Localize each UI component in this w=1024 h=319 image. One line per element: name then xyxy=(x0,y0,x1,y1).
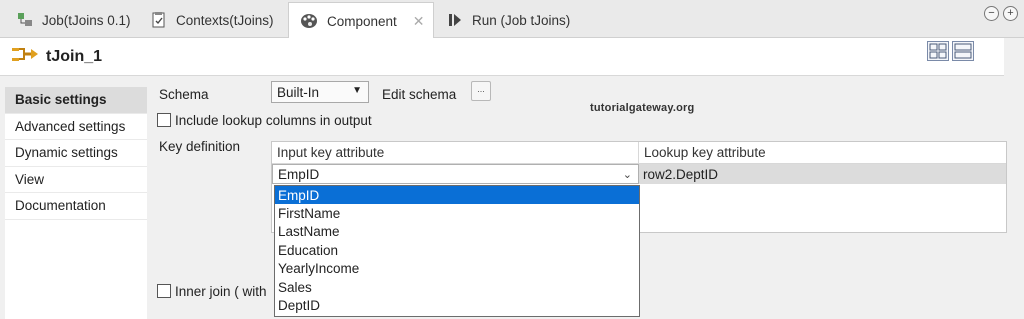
watermark: tutorialgateway.org xyxy=(590,102,695,114)
tab-job[interactable]: Job(tJoins 0.1) xyxy=(6,2,141,38)
input-key-dropdown: EmpID FirstName LastName Education Yearl… xyxy=(274,185,640,317)
tab-bar: Job(tJoins 0.1) Contexts(tJoins) Compone… xyxy=(0,0,1024,39)
dropdown-option[interactable]: EmpID xyxy=(275,186,639,205)
run-icon xyxy=(446,11,464,29)
dropdown-option[interactable]: Education xyxy=(275,241,639,259)
nav-basic-settings[interactable]: Basic settings xyxy=(5,87,147,114)
tab-contexts[interactable]: Contexts(tJoins) xyxy=(140,2,284,38)
tjoin-icon xyxy=(10,44,40,69)
component-title: tJoin_1 xyxy=(46,47,103,65)
nav-documentation[interactable]: Documentation xyxy=(5,193,147,220)
close-icon[interactable]: ✕ xyxy=(413,13,425,30)
tab-run[interactable]: Run (Job tJoins) xyxy=(436,2,580,38)
maximize-icon[interactable]: + xyxy=(1003,6,1018,21)
lookup-key-header: Lookup key attribute xyxy=(639,142,1006,164)
tab-label: Run (Job tJoins) xyxy=(472,12,571,28)
job-icon xyxy=(16,11,34,29)
dropdown-option[interactable]: LastName xyxy=(275,223,639,241)
dropdown-option[interactable]: Sales xyxy=(275,278,639,296)
inner-join-label: Inner join ( with xyxy=(175,284,267,299)
edit-schema-label: Edit schema xyxy=(382,87,457,102)
layout-toggle xyxy=(927,41,974,61)
key-definition-label: Key definition xyxy=(159,139,241,154)
chevron-down-icon: ⌄ xyxy=(622,169,632,181)
tab-label: Component xyxy=(327,13,397,29)
schema-value: Built-In xyxy=(277,84,320,100)
input-key-combo[interactable]: EmpID ⌄ xyxy=(272,164,639,184)
component-icon xyxy=(299,12,319,30)
dropdown-option[interactable]: YearlyIncome xyxy=(275,260,639,278)
settings-nav: Basic settings Advanced settings Dynamic… xyxy=(5,87,147,319)
input-key-value: EmpID xyxy=(278,166,320,182)
tab-component[interactable]: Component ✕ xyxy=(288,2,434,39)
dropdown-option[interactable]: FirstName xyxy=(275,204,639,222)
schema-select[interactable]: Built-In ▼ xyxy=(271,81,369,103)
tab-label: Job(tJoins 0.1) xyxy=(42,12,131,28)
input-key-header: Input key attribute xyxy=(272,142,639,164)
nav-dynamic-settings[interactable]: Dynamic settings xyxy=(5,140,147,167)
include-lookup-checkbox[interactable] xyxy=(157,113,171,127)
nav-view[interactable]: View xyxy=(5,167,147,193)
schema-label: Schema xyxy=(159,87,209,102)
grid-layout-icon[interactable] xyxy=(927,41,949,61)
contexts-icon xyxy=(150,11,168,29)
edit-schema-button[interactable]: ... xyxy=(471,81,491,101)
window-controls: − + xyxy=(984,6,1018,21)
component-header: tJoin_1 xyxy=(0,38,1004,76)
list-layout-icon[interactable] xyxy=(952,41,974,61)
lookup-key-cell[interactable]: row2.DeptID xyxy=(639,164,1006,184)
include-lookup-label: Include lookup columns in output xyxy=(175,113,372,128)
nav-advanced-settings[interactable]: Advanced settings xyxy=(5,114,147,140)
dropdown-option[interactable]: DeptID xyxy=(275,296,639,314)
chevron-down-icon: ▼ xyxy=(352,85,362,96)
minimize-icon[interactable]: − xyxy=(984,6,999,21)
inner-join-checkbox[interactable] xyxy=(157,284,171,298)
tab-label: Contexts(tJoins) xyxy=(176,12,274,28)
